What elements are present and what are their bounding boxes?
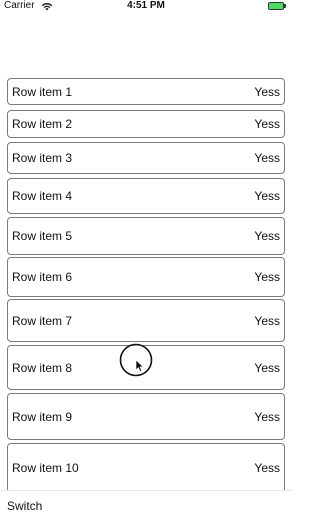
list-item[interactable]: Row item 6 Yess <box>7 257 285 297</box>
row-value: Yess <box>254 360 280 375</box>
row-value: Yess <box>254 84 280 99</box>
list-item[interactable]: Row item 7 Yess <box>7 299 285 342</box>
footer-bar: Switch <box>0 490 292 521</box>
status-bar: Carrier 4:51 PM <box>0 0 292 13</box>
row-label: Row item 7 <box>12 313 73 328</box>
row-value: Yess <box>254 409 280 424</box>
list-item[interactable]: Row item 1 Yess <box>7 78 285 105</box>
status-time: 4:51 PM <box>127 0 165 11</box>
row-label: Row item 8 <box>12 360 73 375</box>
row-value: Yess <box>254 229 280 243</box>
list-item[interactable]: Row item 5 Yess <box>7 217 285 255</box>
row-value: Yess <box>254 461 280 475</box>
row-value: Yess <box>254 117 280 131</box>
list-item[interactable]: Row item 2 Yess <box>7 110 285 138</box>
row-value: Yess <box>254 270 280 284</box>
row-label: Row item 2 <box>12 117 73 131</box>
row-label: Row item 5 <box>12 229 73 243</box>
row-label: Row item 10 <box>12 461 79 475</box>
switch-label[interactable]: Switch <box>7 499 42 513</box>
list-item[interactable]: Row item 3 Yess <box>7 142 285 174</box>
list-item[interactable]: Row item 10 Yess <box>7 443 285 493</box>
battery-icon <box>268 2 287 10</box>
touch-cursor-icon <box>119 343 153 377</box>
list-item[interactable]: Row item 4 Yess <box>7 178 285 214</box>
row-label: Row item 3 <box>12 151 73 165</box>
row-value: Yess <box>254 189 280 203</box>
row-label: Row item 1 <box>12 84 73 99</box>
row-value: Yess <box>254 151 280 165</box>
list-item[interactable]: Row item 9 Yess <box>7 393 285 440</box>
row-label: Row item 9 <box>12 409 73 424</box>
row-value: Yess <box>254 313 280 328</box>
row-label: Row item 4 <box>12 189 73 203</box>
row-label: Row item 6 <box>12 270 73 284</box>
